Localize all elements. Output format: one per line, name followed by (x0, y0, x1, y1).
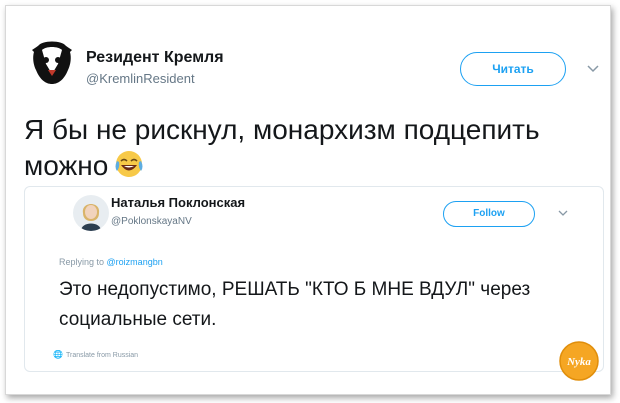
replying-to: Replying to @roizmangbn (59, 257, 163, 267)
quoted-follow-button[interactable]: Follow (443, 201, 535, 227)
chevron-down-icon[interactable] (586, 64, 600, 74)
replying-handle-link[interactable]: @roizmangbn (107, 257, 163, 267)
replying-prefix: Replying to (59, 257, 105, 267)
laughing-crying-emoji-icon (115, 151, 143, 177)
quoted-author-avatar[interactable] (73, 195, 109, 231)
quoted-author-handle[interactable]: @PoklonskayaNV (111, 216, 192, 227)
translate-link[interactable]: 🌐 Translate from Russian (53, 350, 138, 359)
globe-icon: 🌐 (53, 350, 63, 359)
watermark-logo: Nyka (559, 341, 599, 381)
follow-button[interactable]: Читать (460, 52, 566, 86)
chevron-down-icon[interactable] (557, 209, 569, 217)
quoted-tweet[interactable]: Наталья Поклонская @PoklonskayaNV Follow… (24, 186, 604, 372)
author-handle[interactable]: @KremlinResident (86, 71, 195, 86)
tweet-text: Я бы не рискнул, монархизм подцепить мож… (24, 112, 584, 184)
watermark-text: Nyka (566, 356, 591, 368)
tweet-card: Резидент Кремля @KremlinResident Читать … (5, 5, 611, 395)
badger-avatar-icon (32, 41, 72, 84)
quoted-author-name[interactable]: Наталья Поклонская (111, 195, 245, 210)
quoted-tweet-text: Это недопустимо, РЕШАТЬ "КТО Б МНЕ ВДУЛ"… (59, 279, 531, 330)
author-avatar[interactable] (28, 40, 76, 88)
tweet-text-content: Я бы не рискнул, монархизм подцепить мож… (24, 114, 540, 181)
author-name[interactable]: Резидент Кремля (86, 49, 224, 67)
translate-label[interactable]: Translate from Russian (66, 352, 138, 359)
person-avatar-icon (73, 195, 109, 231)
